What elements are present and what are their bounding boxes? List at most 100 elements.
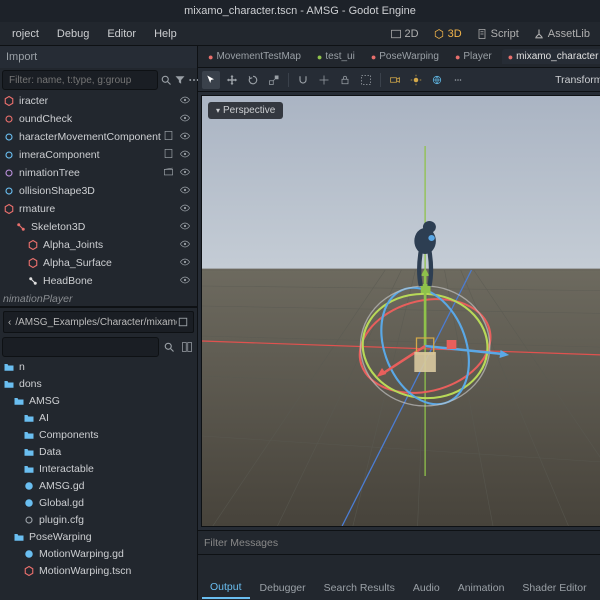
tab-Player[interactable]: ●Player [449, 49, 498, 64]
env-icon[interactable] [428, 71, 446, 89]
node3d-icon [2, 202, 16, 216]
bottom-panel: Filter Messages OutputDebuggerSearch Res… [198, 530, 600, 600]
left-dock: Import iracteroundCheckharacterMovementC… [0, 46, 198, 600]
mode-assetlib[interactable]: AssetLib [527, 25, 596, 43]
fs-Interactable[interactable]: Interactable [0, 460, 197, 477]
tree-node-HeadBone[interactable]: HeadBone [0, 272, 197, 290]
search-icon[interactable] [160, 72, 172, 88]
tree-node-rmature[interactable]: rmature [0, 200, 197, 218]
fs-Data[interactable]: Data [0, 443, 197, 460]
scene-filter-input[interactable] [2, 70, 158, 90]
filesystem-search-row [0, 336, 197, 358]
rotate-tool-icon[interactable] [244, 71, 262, 89]
menu-bar: rojectDebugEditorHelp 2D3DScriptAssetLib [0, 22, 600, 46]
tree-node-haracterMovementComponent[interactable]: haracterMovementComponent [0, 128, 197, 146]
group-icon[interactable] [357, 71, 375, 89]
local-space-icon[interactable] [315, 71, 333, 89]
viewport-toolbar: TransformView [198, 68, 600, 92]
cfg-icon [22, 513, 36, 527]
tree-node-Skeleton3D[interactable]: Skeleton3D [0, 218, 197, 236]
fs-AMSGgd[interactable]: AMSG.gd [0, 477, 197, 494]
folder-icon [22, 411, 36, 425]
visibility-icon[interactable] [179, 202, 193, 216]
move-tool-icon[interactable] [223, 71, 241, 89]
camera-icon[interactable] [386, 71, 404, 89]
visibility-icon[interactable] [179, 112, 193, 126]
menu-editor[interactable]: Editor [99, 24, 144, 44]
search-icon[interactable] [161, 339, 177, 355]
script-icon [2, 130, 16, 144]
scene-dock-header[interactable]: Import [0, 46, 197, 68]
scene-tree[interactable]: iracteroundCheckharacterMovementComponen… [0, 92, 197, 292]
bottom-tab-output[interactable]: Output [202, 577, 250, 599]
mesh-icon [26, 256, 40, 270]
anim-icon [2, 166, 16, 180]
fs-n[interactable]: n [0, 358, 197, 375]
tab-PoseWarping[interactable]: ●PoseWarping [365, 49, 445, 64]
filesystem-path[interactable]: ‹ /AMSG_Examples/Character/mixamo_char [3, 311, 194, 333]
clapper-icon[interactable] [163, 166, 177, 180]
fs-MotionWarpinggd[interactable]: MotionWarping.gd [0, 545, 197, 562]
visibility-icon[interactable] [179, 184, 193, 198]
bottom-tab-debugger[interactable]: Debugger [252, 578, 314, 598]
viewport-3d[interactable]: ▾Perspective [201, 95, 600, 527]
script-badge-icon[interactable] [163, 148, 177, 162]
snap-toggle-icon[interactable] [294, 71, 312, 89]
select-tool-icon[interactable] [202, 71, 220, 89]
fs-Globalgd[interactable]: Global.gd [0, 494, 197, 511]
fs-Components[interactable]: Components [0, 426, 197, 443]
main-area: ●MovementTestMap ●test_ui ●PoseWarping ●Pla… [198, 46, 600, 600]
fs-PoseWarping[interactable]: PoseWarping [0, 528, 197, 545]
script-badge-icon[interactable] [163, 130, 177, 144]
fs-AMSG[interactable]: AMSG [0, 392, 197, 409]
visibility-icon[interactable] [179, 274, 193, 288]
bottom-tab-animation[interactable]: Animation [450, 578, 513, 598]
tab-mixamo_character[interactable]: ●mixamo_character [502, 49, 600, 64]
visibility-icon[interactable] [179, 148, 193, 162]
dropdown-icon[interactable] [449, 71, 467, 89]
title-bar: mixamo_character.tscn - AMSG - Godot Eng… [0, 0, 600, 22]
folder-icon [12, 530, 26, 544]
visibility-icon[interactable] [179, 94, 193, 108]
tree-node-oundCheck[interactable]: oundCheck [0, 110, 197, 128]
visibility-icon[interactable] [179, 130, 193, 144]
raycast-icon [2, 112, 16, 126]
mode-3d[interactable]: 3D [427, 25, 468, 43]
tree-node-nimationTree[interactable]: nimationTree [0, 164, 197, 182]
viewport-menu-transform[interactable]: Transform [555, 74, 600, 86]
bottom-tab-shader-editor[interactable]: Shader Editor [514, 578, 594, 598]
fs-dons[interactable]: dons [0, 375, 197, 392]
menu-help[interactable]: Help [146, 24, 185, 44]
visibility-icon[interactable] [179, 166, 193, 180]
tree-node-ollisionShape3D[interactable]: ollisionShape3D [0, 182, 197, 200]
filter-messages-input[interactable]: Filter Messages [198, 531, 600, 555]
filesystem-tree[interactable]: ndonsAMSGAIComponentsDataInteractableAMS… [0, 358, 197, 600]
sun-icon[interactable] [407, 71, 425, 89]
tree-node-Alpha_Joints[interactable]: Alpha_Joints [0, 236, 197, 254]
visibility-icon[interactable] [179, 238, 193, 252]
tree-node-imeraComponent[interactable]: imeraComponent [0, 146, 197, 164]
fs-plugincfg[interactable]: plugin.cfg [0, 511, 197, 528]
bottom-tab-audio[interactable]: Audio [405, 578, 448, 598]
tree-node-iracter[interactable]: iracter [0, 92, 197, 110]
funnel-icon[interactable] [174, 72, 186, 88]
tab-MovementTestMap[interactable]: ●MovementTestMap [202, 49, 307, 64]
split-icon[interactable] [179, 339, 195, 355]
visibility-icon[interactable] [179, 256, 193, 270]
tab-test_ui[interactable]: ●test_ui [311, 49, 361, 64]
mode-2d[interactable]: 2D [384, 25, 425, 43]
tree-node-Alpha_Surface[interactable]: Alpha_Surface [0, 254, 197, 272]
gd-icon [22, 479, 36, 493]
mode-script[interactable]: Script [470, 25, 525, 43]
perspective-button[interactable]: ▾Perspective [208, 102, 283, 119]
menu-debug[interactable]: Debug [49, 24, 97, 44]
visibility-icon[interactable] [179, 220, 193, 234]
scale-tool-icon[interactable] [265, 71, 283, 89]
fs-AI[interactable]: AI [0, 409, 197, 426]
bottom-tab-search-results[interactable]: Search Results [316, 578, 403, 598]
menu-roject[interactable]: roject [4, 24, 47, 44]
filesystem-search-input[interactable] [2, 337, 159, 357]
lock-icon[interactable] [336, 71, 354, 89]
fs-MotionWarpingtscn[interactable]: MotionWarping.tscn [0, 562, 197, 579]
folder-icon [12, 394, 26, 408]
